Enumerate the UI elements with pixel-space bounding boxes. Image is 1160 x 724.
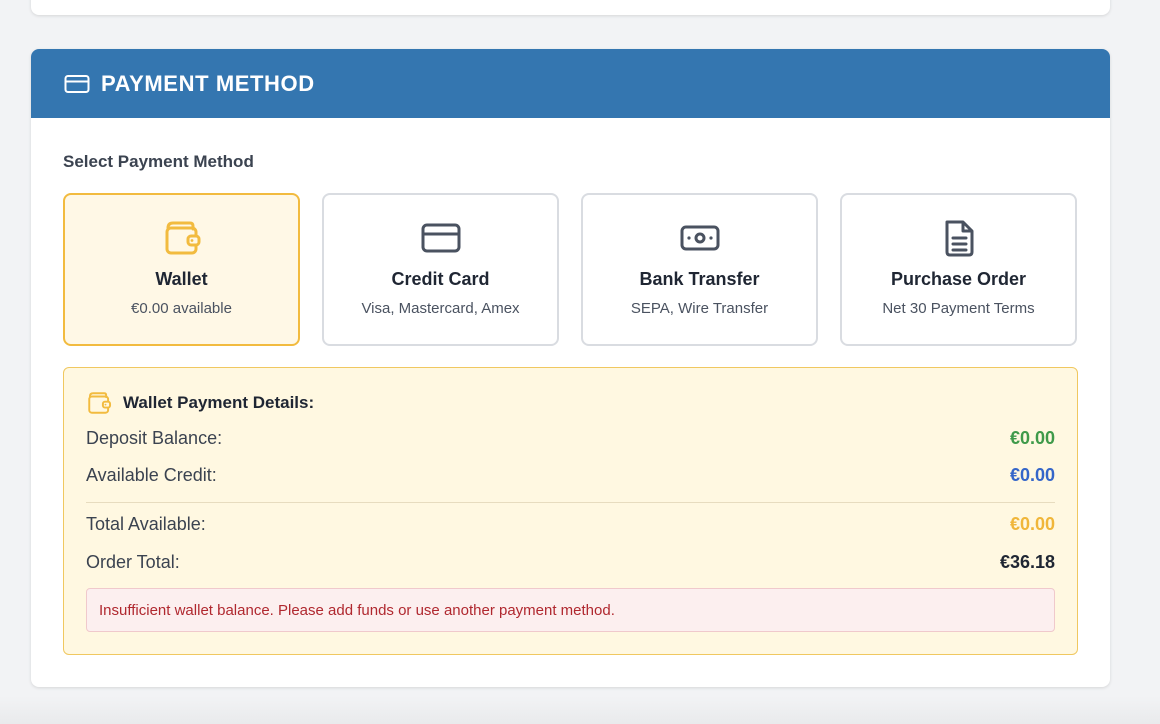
payment-option-title: Wallet — [155, 269, 208, 289]
deposit-balance-label: Deposit Balance: — [86, 428, 223, 448]
wallet-payment-details: Wallet Payment Details: Deposit Balance:… — [63, 367, 1078, 655]
payment-option-purchase-order[interactable]: Purchase Order Net 30 Payment Terms — [840, 193, 1077, 346]
details-divider — [86, 502, 1055, 503]
total-available-value: €0.00 — [1009, 514, 1055, 534]
page-bottom-shade — [0, 696, 1160, 724]
order-total-row: Order Total: €36.18 — [86, 552, 1055, 573]
wallet-icon — [86, 390, 112, 416]
available-credit-label: Available Credit: — [86, 465, 217, 485]
payment-option-bank-transfer[interactable]: Bank Transfer SEPA, Wire Transfer — [581, 193, 818, 346]
deposit-balance-row: Deposit Balance: €0.00 — [86, 428, 1055, 449]
payment-option-wallet[interactable]: Wallet €0.00 available — [63, 193, 300, 346]
wallet-details-title: Wallet Payment Details: — [123, 393, 315, 412]
payment-method-options: Wallet €0.00 available Credit Card Visa,… — [63, 193, 1077, 346]
order-total-label: Order Total: — [86, 552, 180, 572]
available-credit-row: Available Credit: €0.00 — [86, 465, 1055, 486]
payment-option-subtitle: SEPA, Wire Transfer — [630, 300, 769, 317]
payment-option-subtitle: €0.00 available — [131, 300, 232, 317]
total-available-row: Total Available: €0.00 — [86, 514, 1055, 535]
credit-card-icon — [64, 74, 90, 94]
wallet-icon — [162, 218, 202, 258]
payment-option-subtitle: Net 30 Payment Terms — [882, 300, 1035, 317]
payment-option-title: Purchase Order — [890, 269, 1027, 289]
payment-method-header: PAYMENT METHOD — [31, 49, 1110, 118]
payment-option-title: Bank Transfer — [639, 269, 760, 289]
document-icon — [939, 218, 979, 258]
banknote-icon — [680, 218, 720, 258]
payment-option-title: Credit Card — [391, 269, 490, 289]
credit-card-icon — [421, 218, 461, 258]
order-total-value: €36.18 — [999, 552, 1055, 572]
payment-method-card: PAYMENT METHOD Select Payment Method Wal… — [31, 49, 1110, 687]
select-payment-method-label: Select Payment Method — [63, 152, 254, 171]
total-available-label: Total Available: — [86, 514, 206, 534]
previous-section-card — [31, 0, 1110, 15]
wallet-details-heading: Wallet Payment Details: — [86, 390, 314, 416]
deposit-balance-value: €0.00 — [1009, 428, 1055, 448]
payment-option-credit-card[interactable]: Credit Card Visa, Mastercard, Amex — [322, 193, 559, 346]
available-credit-value: €0.00 — [1009, 465, 1055, 485]
payment-method-title: PAYMENT METHOD — [101, 70, 315, 96]
insufficient-balance-alert: Insufficient wallet balance. Please add … — [86, 588, 1055, 632]
payment-option-subtitle: Visa, Mastercard, Amex — [361, 300, 520, 317]
